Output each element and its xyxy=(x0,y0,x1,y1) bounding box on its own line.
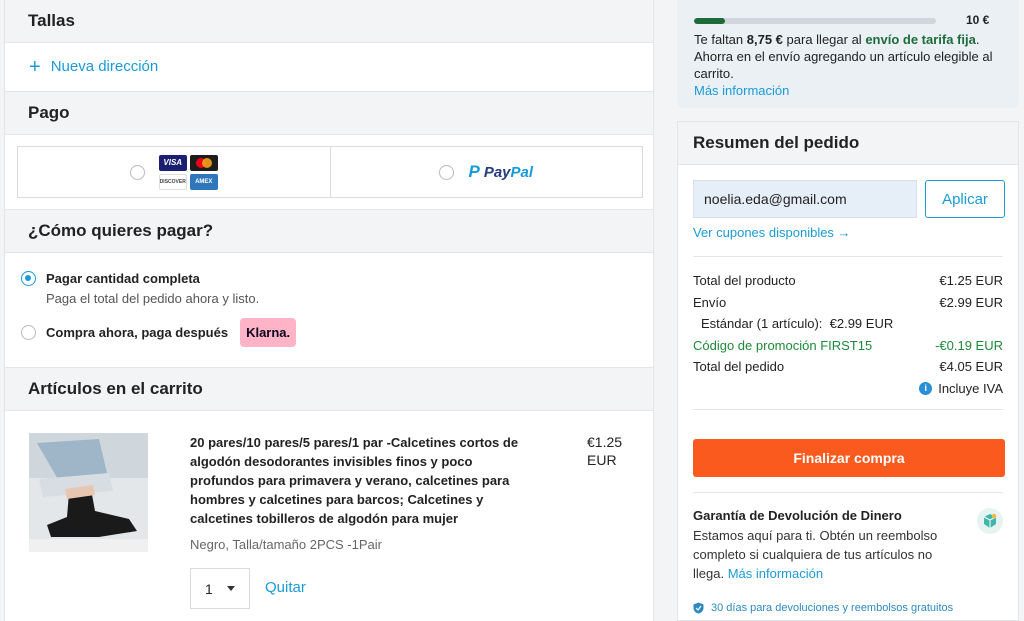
paypal-logo-pay: Pay xyxy=(483,163,511,181)
promo-row: Código de promoción FIRST15 -€0.19 EUR xyxy=(693,337,1003,353)
apply-coupon-button[interactable]: Aplicar xyxy=(925,180,1005,218)
shipping-progress-fill xyxy=(694,17,726,24)
payment-option-card[interactable]: VISA DISCOVER AMEX xyxy=(18,147,330,197)
guarantee-title: Garantía de Devolución de Dinero xyxy=(693,508,902,523)
pay-full-option[interactable]: Pagar cantidad completa Paga el total de… xyxy=(21,271,259,306)
quantity-value: 1 xyxy=(205,580,213,597)
divider xyxy=(693,492,1003,493)
order-summary: Resumen del pedido Aplicar Ver cupones d… xyxy=(677,121,1019,621)
payment-option-paypal[interactable]: P PayPal xyxy=(329,147,643,197)
payment-section-header: Pago xyxy=(5,91,653,135)
visa-logo-icon: VISA xyxy=(158,154,187,171)
free-returns-note: 30 días para devoluciones y reembolsos g… xyxy=(693,602,953,614)
quantity-select[interactable]: 1 xyxy=(190,568,250,609)
paypal-radio[interactable] xyxy=(439,164,455,180)
divider xyxy=(693,256,1003,257)
chevron-down-icon xyxy=(226,586,235,591)
package-icon xyxy=(977,508,1003,534)
address-section-title: Tallas xyxy=(28,11,75,30)
discover-logo-icon: DISCOVER xyxy=(158,173,187,190)
shipping-progress-text: Te faltan 8,75 € para llegar al envío de… xyxy=(694,32,993,81)
fixed-rate-label: envío de tarifa fija xyxy=(865,32,976,47)
money-back-guarantee: Garantía de Devolución de Dinero Estamos… xyxy=(693,506,953,583)
coupon-input[interactable] xyxy=(693,180,917,218)
checkout-page: Tallas + Nueva dirección Pago VISA DISCO… xyxy=(0,0,1024,621)
shield-icon xyxy=(693,602,704,614)
pay-later-radio[interactable] xyxy=(21,325,36,340)
product-price: €1.25 EUR xyxy=(587,434,623,468)
remove-item-link[interactable]: Quitar xyxy=(265,579,306,596)
cart-section-header: Artículos en el carrito xyxy=(5,367,653,411)
info-icon[interactable]: i xyxy=(919,381,933,395)
card-logos: VISA DISCOVER AMEX xyxy=(158,154,218,190)
pay-full-label: Pagar cantidad completa xyxy=(46,271,200,286)
shipping-target-amount: 10 € xyxy=(966,13,990,27)
divider xyxy=(693,409,1003,410)
product-title[interactable]: 20 pares/10 pares/5 pares/1 par -Calceti… xyxy=(190,433,540,528)
pay-later-label: Compra ahora, paga después xyxy=(46,325,229,340)
order-summary-title: Resumen del pedido xyxy=(678,122,1018,165)
address-section-header: Tallas xyxy=(5,0,653,43)
iva-note: i Incluye IVA xyxy=(693,378,1003,400)
payment-method-options: VISA DISCOVER AMEX P PayPal xyxy=(17,146,643,198)
how-to-pay-title: ¿Cómo quieres pagar? xyxy=(28,221,214,240)
new-address-label: Nueva dirección xyxy=(50,58,159,75)
klarna-logo-icon: Klarna. xyxy=(240,318,297,347)
shipping-row: Envío €2.99 EUR xyxy=(693,294,1003,310)
checkout-left-column: Tallas + Nueva dirección Pago VISA DISCO… xyxy=(4,0,654,621)
payment-section-title: Pago xyxy=(28,103,70,122)
shipping-progress-bar xyxy=(694,17,936,24)
pay-full-radio[interactable] xyxy=(21,271,36,286)
product-total-row: Total del producto €1.25 EUR xyxy=(693,273,1003,289)
shipping-progress-box: 10 € Te faltan 8,75 € para llegar al env… xyxy=(677,0,1019,108)
new-address-button[interactable]: + Nueva dirección xyxy=(5,43,653,90)
how-to-pay-section-header: ¿Cómo quieres pagar? xyxy=(5,209,653,253)
card-radio[interactable] xyxy=(129,164,145,180)
summary-lines: Total del producto €1.25 EUR Envío €2.99 E… xyxy=(693,270,1003,399)
paypal-logo-icon: P PayPal xyxy=(468,162,534,181)
standard-shipping-row: Estándar (1 artículo): €2.99 EUR xyxy=(701,316,894,332)
shipping-more-info-link[interactable]: Más información xyxy=(694,82,1002,99)
guarantee-more-info-link[interactable]: Más información xyxy=(728,566,823,581)
plus-icon: + xyxy=(29,55,41,78)
product-variant: Negro, Talla/tamaño 2PCS -1Pair xyxy=(190,537,382,552)
checkout-button[interactable]: Finalizar compra xyxy=(693,439,1005,477)
cart-section-title: Artículos en el carrito xyxy=(28,379,203,398)
see-coupons-link[interactable]: Ver cupones disponibles → xyxy=(693,225,851,240)
mastercard-logo-icon xyxy=(189,154,218,171)
product-image[interactable] xyxy=(29,433,148,552)
pay-full-description: Paga el total del pedido ahora y listo. xyxy=(46,291,260,306)
paypal-logo-pal: Pal xyxy=(510,163,534,181)
pay-later-option[interactable]: Compra ahora, paga después Klarna. xyxy=(21,318,297,347)
order-total-row: Total del pedido €4.05 EUR xyxy=(693,359,1003,375)
missing-amount: 8,75 € xyxy=(746,32,783,47)
amex-logo-icon: AMEX xyxy=(189,173,218,190)
